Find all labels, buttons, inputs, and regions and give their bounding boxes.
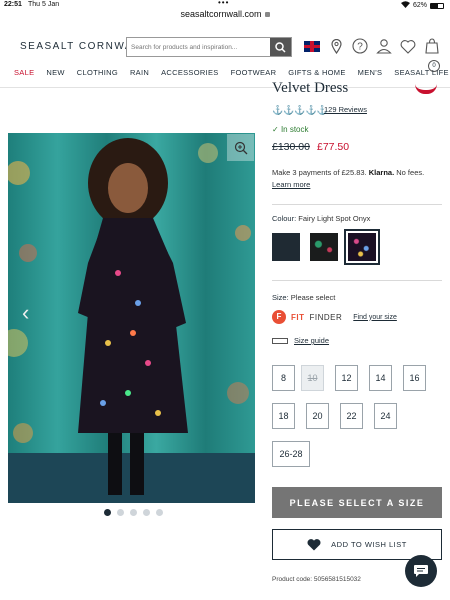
- colour-swatch-onyx-selected[interactable]: [344, 229, 380, 265]
- chat-button[interactable]: [405, 555, 437, 587]
- nav-item-clothing[interactable]: CLOTHING: [77, 68, 118, 77]
- fit-finder-text-2: FINDER: [309, 312, 343, 322]
- size-option-10: 10: [301, 365, 324, 391]
- stock-status: ✓ In stock: [272, 125, 309, 134]
- battery-percent: 62%: [412, 2, 427, 9]
- url-bar[interactable]: seasaltcornwall.com: [0, 9, 450, 25]
- divider: [272, 280, 442, 281]
- find-your-size-link[interactable]: Find your size: [353, 314, 397, 321]
- size-selector-label: Size: Please select: [272, 293, 335, 302]
- nav-item-footwear[interactable]: FOOTWEAR: [231, 68, 277, 77]
- klarna-logo: Klarna.: [368, 168, 395, 177]
- colour-label: Colour:: [272, 214, 297, 223]
- basket-icon[interactable]: [424, 38, 440, 54]
- wishlist-heart-icon[interactable]: [400, 38, 416, 54]
- model-photo: [8, 133, 255, 503]
- nav-item-sale[interactable]: SALE: [14, 68, 34, 77]
- account-icon[interactable]: [376, 38, 392, 54]
- nav-item-seasalt-life[interactable]: SEASALT LIFE: [394, 68, 449, 77]
- klarna-learn-more-link[interactable]: Learn more: [272, 180, 310, 189]
- check-icon: ✓: [272, 125, 279, 134]
- stock-text: In stock: [280, 125, 309, 134]
- wishlist-label: ADD TO WISH LIST: [331, 540, 407, 549]
- size-option-20[interactable]: 20: [306, 403, 329, 429]
- size-guide[interactable]: Size guide: [272, 336, 329, 345]
- size-option-22[interactable]: 22: [340, 403, 363, 429]
- reviews-link[interactable]: 129 Reviews: [324, 105, 367, 114]
- size-option-24[interactable]: 24: [374, 403, 397, 429]
- search-icon: [275, 41, 286, 53]
- previous-image-arrow-icon[interactable]: ‹: [22, 300, 29, 326]
- colour-selector-label: Colour: Fairy Light Spot Onyx: [272, 214, 370, 223]
- nav-item-rain[interactable]: RAIN: [130, 68, 149, 77]
- divider: [272, 204, 442, 205]
- store-locator-icon[interactable]: [328, 38, 344, 54]
- klarna-fees: No fees.: [396, 168, 425, 177]
- status-date: Thu 5 Jan: [28, 1, 60, 8]
- gallery-dots: [104, 509, 163, 516]
- klarna-text: Make 3 payments of £25.83.: [272, 168, 367, 177]
- colour-value: Fairy Light Spot Onyx: [298, 214, 371, 223]
- help-icon[interactable]: ?: [352, 38, 368, 54]
- nav-item-accessories[interactable]: ACCESSORIES: [161, 68, 218, 77]
- search-bar: [126, 37, 292, 57]
- product-code: Product code: 5056581515032: [272, 576, 361, 583]
- size-guide-link[interactable]: Size guide: [294, 336, 329, 345]
- fit-finder: F FIT FINDER Find your size: [272, 310, 397, 324]
- battery-icon: [430, 2, 444, 9]
- add-to-bag-button[interactable]: PLEASE SELECT A SIZE: [272, 487, 442, 518]
- nav-item-gifts-home[interactable]: GIFTS & HOME: [288, 68, 345, 77]
- size-option-8[interactable]: 8: [272, 365, 295, 391]
- zoom-in-icon: [234, 141, 247, 154]
- size-option-16[interactable]: 16: [403, 365, 426, 391]
- product-title: Velvet Dress: [272, 80, 349, 96]
- nav-item-men-s[interactable]: MEN'S: [358, 68, 383, 77]
- gallery-dot[interactable]: [130, 509, 137, 516]
- heart-icon: [307, 539, 321, 551]
- size-label: Size:: [272, 293, 289, 302]
- country-flag-icon[interactable]: [304, 38, 320, 54]
- svg-text:?: ?: [357, 42, 363, 53]
- fit-finder-logo-icon: F: [272, 310, 286, 324]
- gallery-dot[interactable]: [143, 509, 150, 516]
- size-option-26-28[interactable]: 26-28: [272, 441, 310, 467]
- colour-swatches: [272, 229, 380, 265]
- product-image[interactable]: [8, 133, 255, 503]
- fit-finder-text-1: FIT: [291, 312, 305, 322]
- promo-badge-icon: [415, 84, 437, 94]
- old-price: £130.00: [272, 141, 310, 153]
- multitask-dots-icon[interactable]: •••: [218, 0, 229, 7]
- gallery-dot[interactable]: [156, 509, 163, 516]
- url-text: seasaltcornwall.com: [180, 9, 262, 19]
- size-option-18[interactable]: 18: [272, 403, 295, 429]
- zoom-button[interactable]: [227, 134, 254, 161]
- search-button[interactable]: [270, 38, 291, 56]
- gallery-dot[interactable]: [117, 509, 124, 516]
- sale-price: £77.50: [317, 141, 350, 153]
- search-input[interactable]: [127, 38, 270, 56]
- colour-swatch-navy[interactable]: [272, 233, 300, 261]
- colour-swatch-print[interactable]: [310, 233, 338, 261]
- size-value: Please select: [290, 293, 336, 302]
- site-header: SEASALT CORNWALL ? 0 SALENEWCLOTHINGRAIN…: [0, 26, 450, 88]
- size-option-14[interactable]: 14: [369, 365, 392, 391]
- lock-icon: [264, 12, 270, 18]
- nav-item-new[interactable]: NEW: [46, 68, 64, 77]
- size-option-12[interactable]: 12: [335, 365, 358, 391]
- gallery-dot[interactable]: [104, 509, 111, 516]
- chat-icon: [414, 565, 428, 577]
- ruler-icon: [272, 337, 288, 344]
- klarna-info: Make 3 payments of £25.83. Klarna. No fe…: [272, 167, 444, 191]
- rating-anchor-icons: ⚓⚓⚓⚓⚓: [272, 105, 329, 115]
- status-time: 22:51: [4, 1, 22, 8]
- main-nav: SALE NEW CLOTHING RAIN ACCESSORIES FOOTWEAR GI…: [14, 68, 450, 77]
